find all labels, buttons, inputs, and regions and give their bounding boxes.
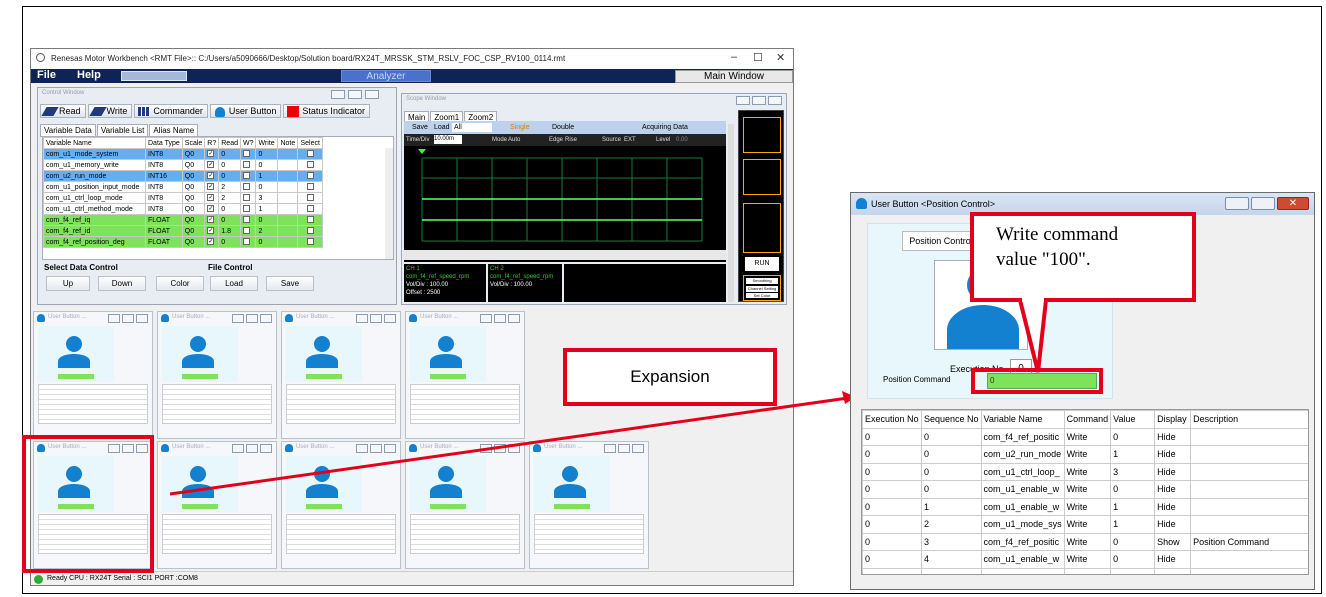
variable-name-cell: com_u1_mode_sys: [980, 515, 1065, 534]
table-row[interactable]: 0 0 com_u1_enable_w Write 0 Hide: [862, 480, 1308, 499]
description-cell: [1190, 550, 1308, 569]
value-cell: 0: [1110, 550, 1156, 569]
col-command: Command: [1063, 410, 1112, 429]
execution-no-cell: 0: [862, 462, 922, 481]
display-cell: Hide: [1154, 462, 1192, 481]
execution-no-cell: 0: [862, 497, 922, 516]
display-cell: Hide: [1154, 427, 1192, 446]
maximize-icon[interactable]: [1251, 197, 1275, 210]
empty-cell: [980, 567, 1065, 574]
value-cell: 0: [1110, 480, 1156, 499]
sequence-table: Execution No Sequence No Variable Name C…: [862, 410, 1308, 574]
sequence-no-cell: 0: [921, 445, 982, 464]
table-row[interactable]: 0 4 com_u1_enable_w Write 0 Hide: [862, 550, 1308, 569]
sequence-rows: 0 0 com_f4_ref_positic Write 0 Hide 0 0 com_u2_r…: [862, 427, 1308, 574]
value-cell: 3: [1110, 462, 1156, 481]
sequence-table-wrap: Execution No Sequence No Variable Name C…: [861, 409, 1309, 575]
table-row[interactable]: 0 0 com_u1_ctrl_loop_ Write 3 Hide: [862, 462, 1308, 481]
col-value: Value: [1110, 410, 1156, 429]
sequence-no-cell: 1: [921, 497, 982, 516]
description-cell: Position Command: [1190, 532, 1308, 551]
sequence-no-cell: 4: [921, 550, 982, 569]
sequence-no-cell: 0: [921, 427, 982, 446]
value-cell: 1: [1110, 497, 1156, 516]
sequence-no-cell: 0: [921, 462, 982, 481]
variable-name-cell: com_u1_enable_w: [980, 550, 1065, 569]
display-cell: Hide: [1154, 445, 1192, 464]
description-cell: [1190, 497, 1308, 516]
col-description: Description: [1190, 410, 1308, 429]
display-cell: Hide: [1154, 480, 1192, 499]
description-cell: [1190, 427, 1308, 446]
col-sequence-no: Sequence No: [921, 410, 982, 429]
execution-no-cell: 0: [862, 480, 922, 499]
command-cell: Write: [1063, 480, 1112, 499]
display-cell: Hide: [1154, 497, 1192, 516]
execution-no-cell: 0: [862, 427, 922, 446]
display-cell: Hide: [1154, 515, 1192, 534]
table-row[interactable]: 0 2 com_u1_mode_sys Write 1 Hide: [862, 515, 1308, 534]
description-cell: [1190, 462, 1308, 481]
command-cell: Write: [1063, 532, 1112, 551]
col-display: Display: [1154, 410, 1192, 429]
write-command-callout: Write command value "100".: [970, 212, 1196, 302]
command-cell: Write: [1063, 462, 1112, 481]
table-row[interactable]: 0 1 com_u1_enable_w Write 1 Hide: [862, 497, 1308, 516]
execution-no-cell: 0: [862, 515, 922, 534]
sequence-no-cell: 3: [921, 532, 982, 551]
empty-cell: [1190, 567, 1308, 574]
variable-name-cell: com_u1_ctrl_loop_: [980, 462, 1065, 481]
expansion-callout: Expansion: [563, 348, 777, 406]
empty-row: [862, 567, 1308, 574]
variable-name-cell: com_f4_ref_positic: [980, 532, 1065, 551]
empty-cell: [1154, 567, 1192, 574]
empty-cell: [1063, 567, 1112, 574]
variable-name-cell: com_u1_enable_w: [980, 480, 1065, 499]
value-cell: 0: [1110, 532, 1156, 551]
display-cell: Hide: [1154, 550, 1192, 569]
table-row[interactable]: 0 0 com_u2_run_mode Write 1 Hide: [862, 445, 1308, 464]
col-execution-no: Execution No: [862, 410, 922, 429]
user-icon: [856, 198, 867, 209]
command-cell: Write: [1063, 515, 1112, 534]
command-cell: Write: [1063, 497, 1112, 516]
table-row[interactable]: 0 0 com_f4_ref_positic Write 0 Hide: [862, 427, 1308, 446]
value-cell: 1: [1110, 445, 1156, 464]
description-cell: [1190, 480, 1308, 499]
empty-cell: [862, 567, 922, 574]
position-control-label: Position Control: [902, 231, 980, 251]
description-cell: [1190, 515, 1308, 534]
execution-no-cell: 0: [862, 532, 922, 551]
minimize-icon[interactable]: [1225, 197, 1249, 210]
position-command-label: Position Command: [883, 375, 951, 384]
sequence-no-cell: 2: [921, 515, 982, 534]
value-cell: 0: [1110, 427, 1156, 446]
col-variable-name: Variable Name: [980, 410, 1065, 429]
variable-name-cell: com_u1_enable_w: [980, 497, 1065, 516]
callout-pointer: [1017, 294, 1049, 373]
description-cell: [1190, 445, 1308, 464]
execution-no-cell: 0: [862, 550, 922, 569]
sequence-no-cell: 0: [921, 480, 982, 499]
empty-cell: [921, 567, 982, 574]
variable-name-cell: com_u2_run_mode: [980, 445, 1065, 464]
user-button-title: User Button <Position Control>: [871, 199, 996, 209]
empty-cell: [1110, 567, 1156, 574]
command-cell: Write: [1063, 550, 1112, 569]
variable-name-cell: com_f4_ref_positic: [980, 427, 1065, 446]
value-cell: 1: [1110, 515, 1156, 534]
close-icon[interactable]: ✕: [1277, 197, 1309, 210]
execution-no-cell: 0: [862, 445, 922, 464]
command-cell: Write: [1063, 445, 1112, 464]
command-cell: Write: [1063, 427, 1112, 446]
avatar-body: [947, 305, 1019, 349]
table-row[interactable]: 0 3 com_f4_ref_positic Write 0 Show Position C…: [862, 532, 1308, 551]
display-cell: Show: [1154, 532, 1192, 551]
